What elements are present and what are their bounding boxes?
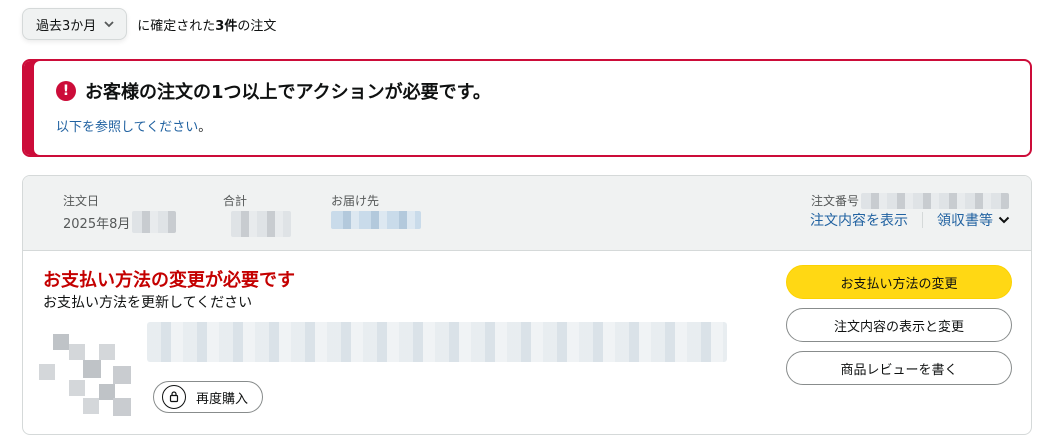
redacted-recipient[interactable] xyxy=(331,211,421,229)
order-number-label: 注文番号 xyxy=(810,194,859,208)
buy-again-icon xyxy=(162,385,186,409)
order-total-column: 合計 xyxy=(223,192,291,237)
link-divider xyxy=(922,212,923,228)
order-links: 注文内容を表示 領収書等 xyxy=(810,210,1011,230)
order-card-header: 注文日 2025年8月 合計 お届け先 注文番号 注文内容を表示 領収書等 xyxy=(23,176,1031,251)
ship-to-column: お届け先 xyxy=(331,192,421,229)
order-card: 注文日 2025年8月 合計 お届け先 注文番号 注文内容を表示 領収書等 お支… xyxy=(22,175,1032,435)
redacted-order-number xyxy=(861,192,1009,209)
view-order-details-link[interactable]: 注文内容を表示 xyxy=(810,210,908,230)
redacted-date xyxy=(132,211,177,233)
order-count-text: に確定された3件の注文 xyxy=(137,18,277,34)
chevron-down-icon xyxy=(104,21,114,28)
order-date-value: 2025年8月 xyxy=(63,216,131,232)
action-required-alert: ! お客様の注文の1つ以上でアクションが必要です。 以下を参照してください。 xyxy=(22,59,1032,157)
order-number: 注文番号 xyxy=(811,192,1009,209)
view-edit-order-button[interactable]: 注文内容の表示と変更 xyxy=(786,308,1012,342)
exclamation-icon: ! xyxy=(56,81,76,101)
period-select[interactable]: 過去3か月 xyxy=(22,8,128,40)
receipt-link[interactable]: 領収書等 xyxy=(937,210,993,230)
redacted-total xyxy=(231,211,291,237)
order-filter-row: 過去3か月 に確定された3件の注文 xyxy=(22,8,276,40)
order-date-label: 注文日 xyxy=(63,194,100,208)
order-status-subtitle: お支払い方法を更新してください xyxy=(43,295,253,311)
redacted-product-title[interactable] xyxy=(147,322,727,362)
alert-title: お客様の注文の1つ以上でアクションが必要です。 xyxy=(85,82,491,103)
product-image[interactable] xyxy=(39,334,139,416)
order-count: 3件 xyxy=(215,18,238,34)
ship-to-label: お届け先 xyxy=(331,194,380,208)
buy-again-label: 再度購入 xyxy=(196,391,249,407)
see-below-link[interactable]: 以下を参照してください xyxy=(56,120,198,135)
write-review-button[interactable]: 商品レビューを書く xyxy=(786,351,1012,385)
buy-again-button[interactable]: 再度購入 xyxy=(153,381,264,413)
order-date-column: 注文日 2025年8月 xyxy=(63,192,177,233)
chevron-down-icon[interactable] xyxy=(997,213,1011,227)
period-select-label: 過去3か月 xyxy=(36,18,97,34)
change-payment-button[interactable]: お支払い方法の変更 xyxy=(786,265,1012,299)
alert-body: 以下を参照してください。 xyxy=(56,120,212,135)
order-status-title: お支払い方法の変更が必要です xyxy=(43,270,295,291)
order-actions: お支払い方法の変更 注文内容の表示と変更 商品レビューを書く xyxy=(786,265,1012,385)
order-total-label: 合計 xyxy=(223,194,248,208)
